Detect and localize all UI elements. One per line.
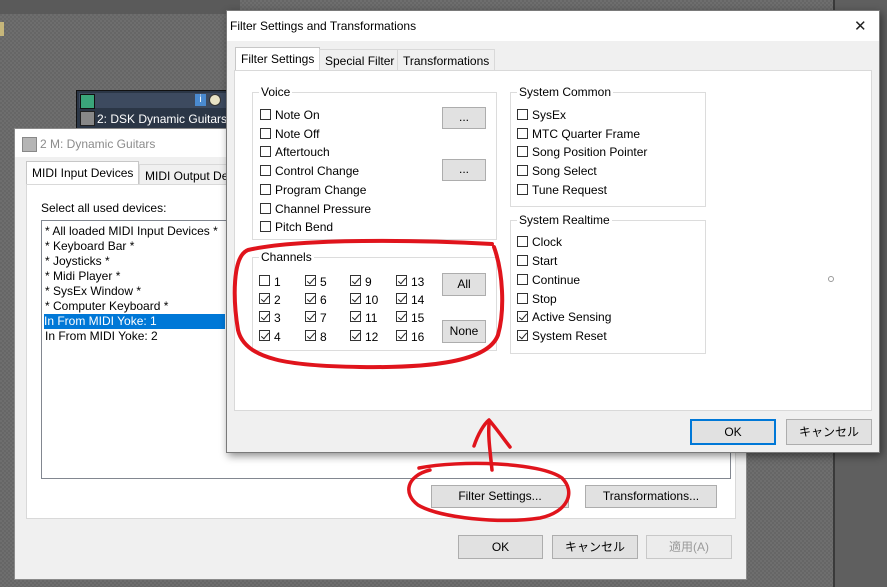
arrow-head-icon bbox=[472, 418, 512, 449]
annotation-layer bbox=[232, 238, 571, 523]
filter-button-annotation-ellipse bbox=[407, 461, 571, 523]
channels-annotation-ellipse bbox=[232, 238, 505, 370]
